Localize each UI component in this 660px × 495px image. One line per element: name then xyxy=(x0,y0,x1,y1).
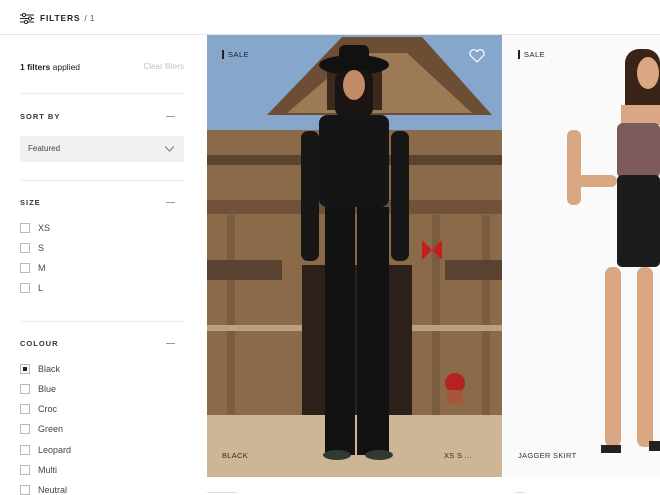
sort-by-title: SORT BY xyxy=(20,112,61,121)
colour-option-leopard[interactable]: Leopard xyxy=(20,444,71,456)
divider xyxy=(20,321,184,322)
product-card[interactable]: SALE JAGGER SKIRT xyxy=(503,35,660,477)
applied-count: 1 filters xyxy=(20,62,51,72)
applied-suffix: applied xyxy=(52,62,81,72)
colour-option-blue[interactable]: Blue xyxy=(20,383,56,395)
colour-option-label: Leopard xyxy=(38,445,72,455)
colour-option-black[interactable]: Black xyxy=(20,363,60,375)
divider xyxy=(207,492,237,493)
divider xyxy=(20,93,184,94)
divider xyxy=(20,180,184,181)
top-bar: FILTERS / 1 xyxy=(0,0,660,35)
colour-option-multi[interactable]: Multi xyxy=(20,464,57,476)
product-caption: BLACK xyxy=(222,451,249,460)
size-option-label: M xyxy=(38,263,46,273)
colour-collapse-icon[interactable] xyxy=(166,343,175,344)
applied-filters-text: 1 filters applied xyxy=(20,62,80,72)
sort-collapse-icon[interactable] xyxy=(166,116,175,117)
colour-option-label: Black xyxy=(38,364,61,374)
chevron-down-icon xyxy=(164,146,175,152)
product-sizes: XS S ... xyxy=(444,451,472,460)
size-option-label: S xyxy=(38,243,45,253)
checkbox[interactable] xyxy=(20,223,30,233)
sort-selected-value: Featured xyxy=(28,144,61,153)
colour-option-croc[interactable]: Croc xyxy=(20,403,57,415)
checkbox[interactable] xyxy=(20,263,30,273)
checkbox[interactable] xyxy=(20,465,30,475)
sort-select[interactable]: Featured xyxy=(20,136,184,162)
checkbox[interactable] xyxy=(20,384,30,394)
colour-option-label: Blue xyxy=(38,384,57,394)
divider xyxy=(515,492,525,493)
filters-separator: / xyxy=(84,13,87,23)
sale-badge: SALE xyxy=(222,50,249,59)
next-row-peek xyxy=(0,478,660,495)
checkbox-checked[interactable] xyxy=(20,364,30,374)
colour-option-label: Croc xyxy=(38,404,58,414)
filters-label: FILTERS xyxy=(40,13,81,23)
size-title: SIZE xyxy=(20,198,41,207)
checkbox[interactable] xyxy=(20,404,30,414)
colour-title: COLOUR xyxy=(20,339,59,348)
clear-filters-link[interactable]: Clear filters xyxy=(144,62,184,71)
size-collapse-icon[interactable] xyxy=(166,202,175,203)
product-caption: JAGGER SKIRT xyxy=(518,451,577,460)
sale-badge: SALE xyxy=(518,50,545,59)
sliders-icon xyxy=(20,12,34,24)
checkbox[interactable] xyxy=(20,243,30,253)
filters-toggle[interactable]: FILTERS / 1 xyxy=(20,11,95,25)
colour-option-green[interactable]: Green xyxy=(20,423,63,435)
filter-sidebar: 1 filters applied Clear filters SORT BY … xyxy=(0,36,206,495)
size-option-xs[interactable]: XS xyxy=(20,222,50,234)
filters-count: 1 xyxy=(89,13,95,23)
size-option-l[interactable]: L xyxy=(20,282,43,294)
checkbox[interactable] xyxy=(20,424,30,434)
size-option-label: L xyxy=(38,283,44,293)
product-card[interactable]: SALE BLACK XS S ... xyxy=(207,35,502,477)
colour-option-label: Multi xyxy=(38,465,58,475)
checkbox[interactable] xyxy=(20,283,30,293)
size-option-m[interactable]: M xyxy=(20,262,46,274)
size-option-s[interactable]: S xyxy=(20,242,44,254)
colour-option-label: Green xyxy=(38,424,64,434)
product-image[interactable] xyxy=(207,35,502,477)
checkbox[interactable] xyxy=(20,445,30,455)
product-image[interactable] xyxy=(503,35,660,477)
heart-icon[interactable] xyxy=(469,49,485,63)
size-option-label: XS xyxy=(38,223,51,233)
